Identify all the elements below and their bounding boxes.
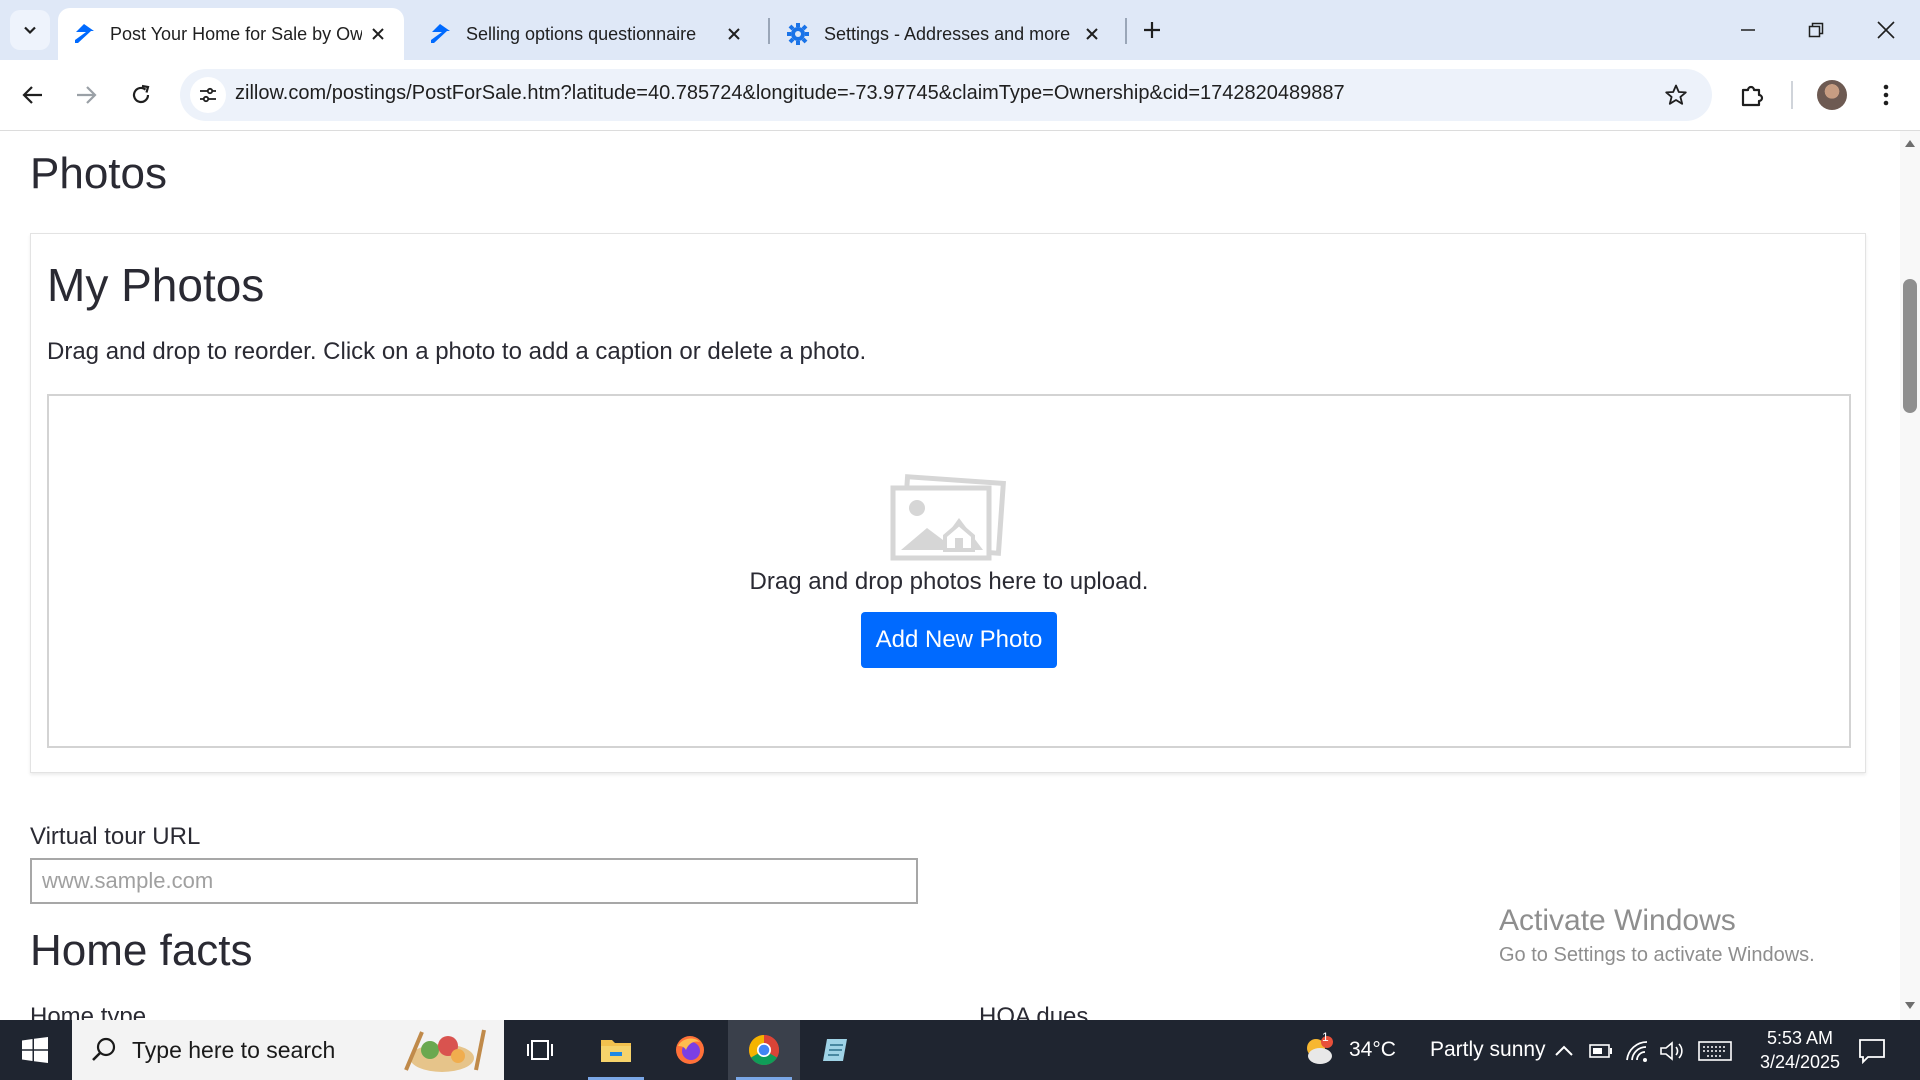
notepad-icon — [823, 1039, 847, 1061]
toolbar-divider — [1791, 81, 1793, 109]
star-icon — [1665, 84, 1687, 105]
back-button[interactable] — [15, 77, 51, 113]
close-icon[interactable] — [366, 22, 390, 46]
notification-icon[interactable] — [1857, 1036, 1887, 1066]
close-icon — [1877, 21, 1895, 39]
volume-icon[interactable] — [1659, 1038, 1685, 1064]
activate-windows-watermark: Activate Windows Go to Settings to activ… — [1499, 904, 1815, 967]
taskbar-notepad-app[interactable] — [800, 1020, 872, 1080]
search-highlight-illustration-icon — [404, 1029, 486, 1072]
keyboard-icon[interactable] — [1698, 1038, 1732, 1064]
hoa-dues-label: HOA dues — [979, 1003, 1089, 1020]
taskbar-file-explorer[interactable] — [580, 1020, 652, 1080]
zillow-icon — [428, 22, 452, 46]
arrow-right-icon — [77, 86, 97, 104]
close-icon[interactable] — [722, 22, 746, 46]
puzzle-icon — [1741, 85, 1764, 107]
weather-temp[interactable]: 34°C — [1349, 1038, 1396, 1062]
forward-button[interactable] — [68, 77, 104, 113]
address-bar[interactable]: zillow.com/postings/PostForSale.htm?lati… — [180, 69, 1712, 121]
section-description: Drag and drop to reorder. Click on a pho… — [47, 338, 867, 365]
add-new-photo-button[interactable]: Add New Photo — [861, 612, 1057, 668]
tab-selling-options[interactable]: Selling options questionnaire — [414, 8, 760, 60]
system-clock[interactable]: 5:53 AM 3/24/2025 — [1740, 1026, 1860, 1074]
scroll-down-arrow-icon[interactable] — [1904, 1000, 1916, 1012]
browser-toolbar: zillow.com/postings/PostForSale.htm?lati… — [0, 60, 1920, 131]
bookmark-button[interactable] — [1658, 77, 1694, 113]
minimize-icon — [1741, 29, 1755, 31]
dropzone-text: Drag and drop photos here to upload. — [749, 568, 1149, 595]
gear-icon — [786, 22, 810, 46]
restore-icon — [1808, 22, 1824, 38]
zillow-icon — [72, 22, 96, 46]
windows-logo-icon — [22, 1037, 48, 1063]
battery-icon[interactable] — [1588, 1038, 1614, 1064]
browser-tab-strip: Post Your Home for Sale by Ow Selling op… — [0, 0, 1920, 60]
tab-separator — [768, 18, 770, 44]
home-facts-heading: Home facts — [30, 926, 253, 975]
section-title: My Photos — [47, 259, 265, 311]
taskbar-search-placeholder: Type here to search — [132, 1037, 336, 1063]
weather-condition[interactable]: Partly sunny — [1430, 1038, 1546, 1062]
virtual-tour-label: Virtual tour URL — [30, 823, 201, 850]
windows-taskbar: Type here to search 1 34°C Partly sunny … — [0, 1020, 1920, 1080]
photo-dropzone[interactable]: Drag and drop photos here to upload. Add… — [47, 394, 1851, 748]
tab-title: Settings - Addresses and more — [824, 23, 1071, 44]
page-content: Photos My Photos Drag and drop to reorde… — [0, 131, 1900, 1020]
chrome-icon — [748, 1035, 780, 1066]
tab-settings[interactable]: Settings - Addresses and more — [772, 8, 1118, 60]
weather-icon[interactable] — [1302, 1034, 1336, 1068]
tab-post-home[interactable]: Post Your Home for Sale by Ow — [58, 8, 404, 60]
restore-button[interactable] — [1782, 0, 1850, 60]
avatar — [1817, 80, 1847, 110]
clock-time: 5:53 AM — [1766, 1028, 1834, 1048]
search-icon — [92, 1037, 116, 1061]
scrollbar-thumb[interactable] — [1903, 279, 1917, 413]
folder-icon — [601, 1040, 631, 1062]
chevron-up-icon[interactable] — [1551, 1038, 1577, 1064]
watermark-subtitle: Go to Settings to activate Windows. — [1499, 944, 1815, 966]
page-title: Photos — [30, 149, 167, 198]
more-vert-icon — [1883, 84, 1889, 106]
task-view-button[interactable] — [504, 1020, 576, 1080]
close-icon[interactable] — [1080, 22, 1104, 46]
home-type-label: Home type — [30, 1003, 147, 1020]
weather-badge: 1 — [1322, 1030, 1329, 1044]
my-photos-card: My Photos Drag and drop to reorder. Clic… — [30, 233, 1866, 773]
minimize-button[interactable] — [1714, 0, 1782, 60]
close-window-button[interactable] — [1852, 0, 1920, 60]
tab-title: Post Your Home for Sale by Ow — [110, 23, 362, 44]
taskbar-chrome[interactable] — [728, 1020, 800, 1080]
firefox-icon — [676, 1036, 704, 1064]
arrow-left-icon — [22, 86, 42, 104]
photo-placeholder-icon — [890, 474, 1006, 561]
menu-button[interactable] — [1868, 77, 1904, 113]
reload-icon — [132, 84, 150, 104]
new-tab-button[interactable] — [1136, 14, 1168, 46]
extensions-button[interactable] — [1734, 77, 1770, 113]
task-view-icon — [527, 1040, 553, 1060]
tab-separator — [1125, 18, 1127, 44]
profile-button[interactable] — [1814, 77, 1850, 113]
reload-button[interactable] — [123, 77, 159, 113]
url-text[interactable]: zillow.com/postings/PostForSale.htm?lati… — [235, 82, 1345, 105]
site-info-button[interactable] — [190, 77, 226, 113]
tab-title: Selling options questionnaire — [466, 23, 697, 44]
tune-icon — [200, 87, 216, 103]
scroll-up-arrow-icon[interactable] — [1904, 137, 1916, 149]
clock-date: 3/24/2025 — [1759, 1052, 1841, 1072]
wifi-icon[interactable] — [1624, 1038, 1650, 1064]
tab-search-button[interactable] — [10, 10, 50, 50]
page-scrollbar[interactable] — [1900, 131, 1920, 1020]
taskbar-firefox[interactable] — [654, 1020, 726, 1080]
watermark-title: Activate Windows — [1499, 904, 1736, 937]
taskbar-search-box[interactable]: Type here to search — [72, 1020, 504, 1080]
virtual-tour-url-input[interactable] — [30, 858, 918, 904]
chevron-down-icon — [24, 26, 36, 35]
plus-icon — [1144, 22, 1160, 38]
start-button[interactable] — [0, 1020, 70, 1080]
